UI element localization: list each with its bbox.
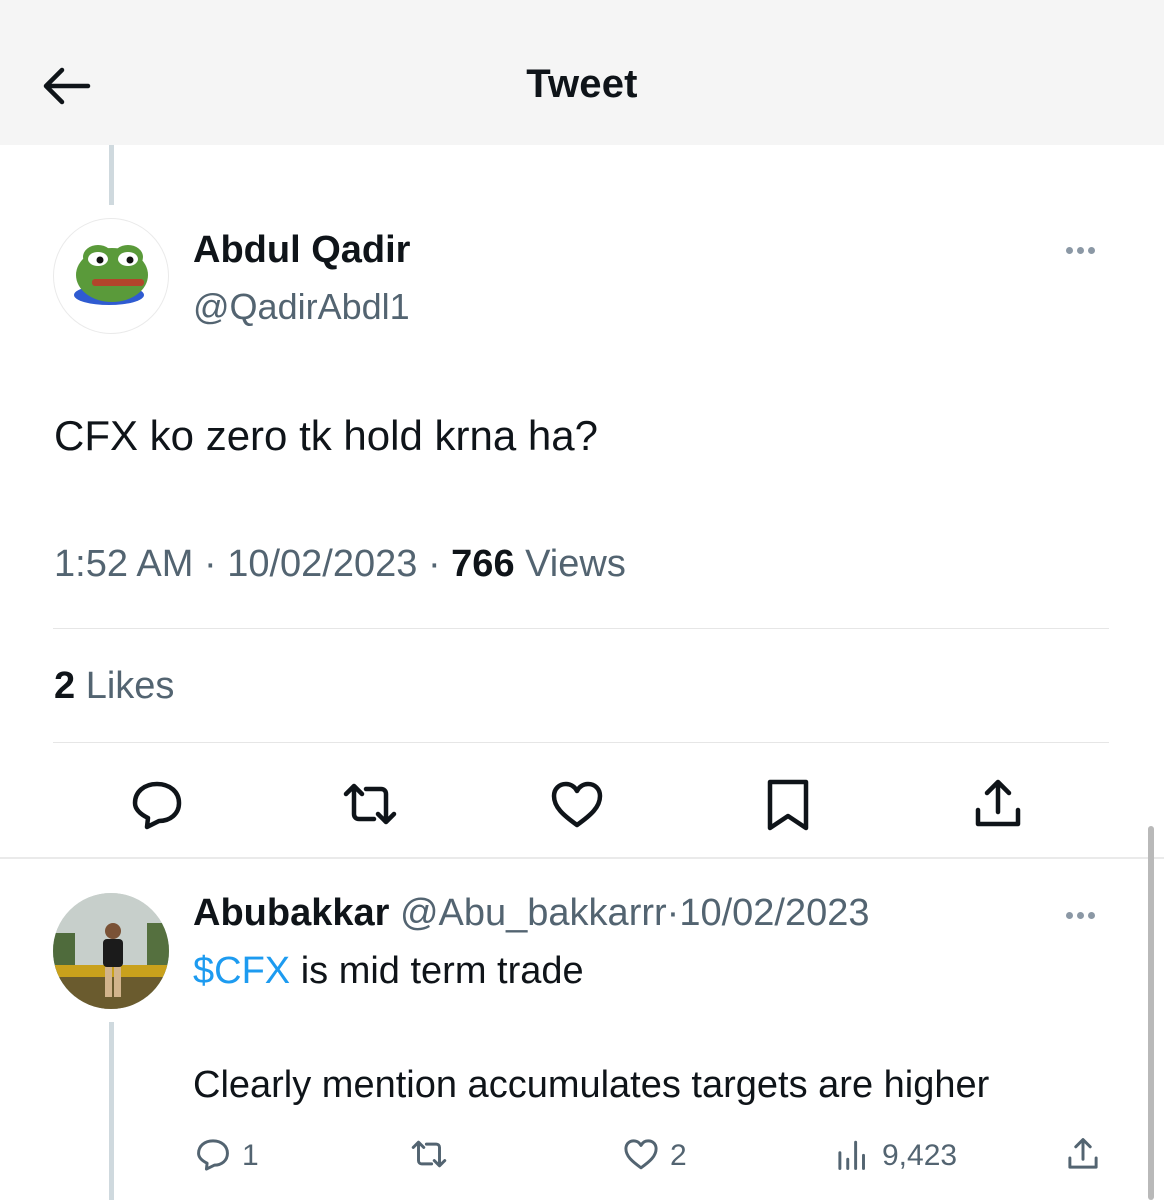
views-count: 766 <box>451 543 515 585</box>
separator: · <box>427 543 441 585</box>
separator: · <box>666 892 680 934</box>
more-icon[interactable] <box>1066 241 1106 255</box>
tweet-date[interactable]: 10/02/2023 <box>227 543 417 585</box>
share-action[interactable] <box>1062 1133 1104 1179</box>
tweet-meta: 1:52 AM · 10/02/2023 · 766 Views <box>54 543 626 586</box>
likes-label: Likes <box>85 665 175 707</box>
reply-icon[interactable] <box>125 772 189 836</box>
like-icon[interactable] <box>545 772 609 836</box>
likes-count: 2 <box>54 665 76 707</box>
scrollbar[interactable] <box>1148 826 1154 1200</box>
reply-text-rest: is mid term trade <box>290 950 584 992</box>
divider <box>53 628 1109 629</box>
thread-line <box>109 145 114 205</box>
thread-line <box>109 1022 114 1200</box>
reply-text: $CFX is mid term trade <box>193 950 584 993</box>
reply-text-line2: Clearly mention accumulates targets are … <box>193 1064 990 1106</box>
views-label: Views <box>525 543 626 585</box>
views-action[interactable]: 9,423 <box>832 1133 957 1179</box>
author-name[interactable]: Abdul Qadir <box>193 229 410 272</box>
avatar[interactable] <box>53 218 169 334</box>
cashtag-link[interactable]: $CFX <box>193 950 290 992</box>
like-action[interactable]: 2 <box>620 1133 687 1179</box>
divider <box>0 857 1164 859</box>
share-icon <box>1062 1133 1104 1180</box>
like-count: 2 <box>670 1139 687 1172</box>
like-icon <box>620 1133 662 1180</box>
reply-author-handle[interactable]: @Abu_bakkarrr <box>400 892 667 934</box>
likes-link[interactable]: 2 Likes <box>54 665 174 708</box>
reply-author-name[interactable]: Abubakkar <box>193 892 389 934</box>
retweet-icon <box>408 1133 450 1180</box>
avatar[interactable] <box>53 893 169 1009</box>
retweet-action[interactable] <box>408 1133 450 1179</box>
share-icon[interactable] <box>966 772 1030 836</box>
bookmark-icon[interactable] <box>756 772 820 836</box>
author-handle[interactable]: @QadirAbdl1 <box>193 286 410 328</box>
reply-date[interactable]: 10/02/2023 <box>679 892 869 934</box>
separator: · <box>203 543 217 585</box>
reply-action[interactable]: 1 <box>192 1133 259 1179</box>
tweet-text: CFX ko zero tk hold krna ha? <box>54 412 598 459</box>
divider <box>53 742 1109 743</box>
reply-count: 1 <box>242 1139 259 1172</box>
views-count: 9,423 <box>882 1139 958 1172</box>
tweet-time[interactable]: 1:52 AM <box>54 543 193 585</box>
reply-icon <box>192 1133 234 1180</box>
frog-avatar-image <box>74 245 148 305</box>
person-avatar-image <box>53 893 169 1009</box>
retweet-icon[interactable] <box>338 772 402 836</box>
page-title: Tweet <box>526 62 638 106</box>
views-icon <box>832 1133 874 1180</box>
more-icon[interactable] <box>1066 906 1106 920</box>
reply-header: Abubakkar @Abu_bakkarrr·10/02/2023 <box>193 892 870 935</box>
